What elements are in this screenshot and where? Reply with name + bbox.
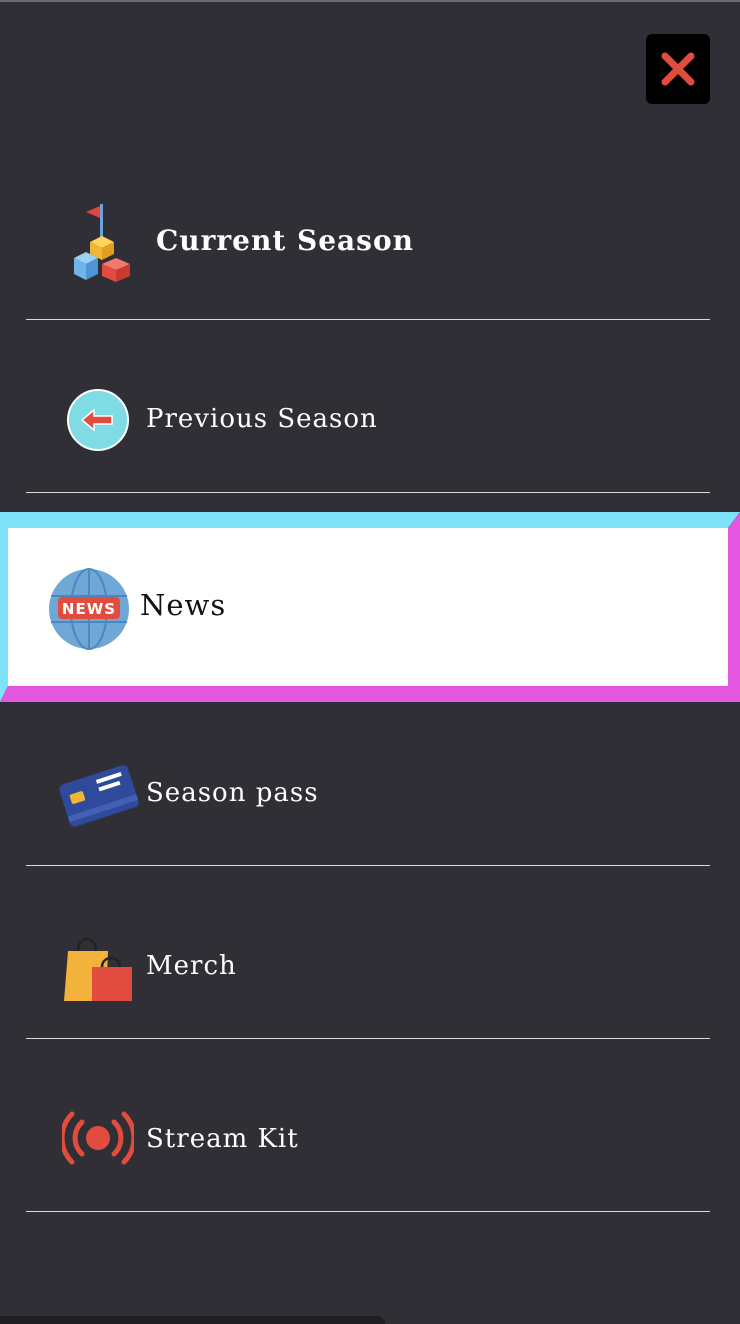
bottom-edge-shadow [0, 1316, 385, 1324]
menu-item-label: Current Season [156, 224, 414, 257]
svg-text:NEWS: NEWS [62, 600, 116, 618]
menu-item-label: Season pass [146, 778, 319, 808]
podium-blocks-icon [74, 204, 130, 282]
divider [26, 319, 710, 320]
divider [26, 865, 710, 866]
news-globe-icon: NEWS [49, 568, 129, 650]
divider [26, 492, 710, 493]
menu-item-label: Merch [146, 951, 237, 981]
top-edge [0, 0, 740, 2]
menu-item-label: News [140, 588, 227, 622]
shopping-bags-icon [64, 937, 132, 1001]
close-x-icon [661, 52, 695, 86]
menu-item-season-pass[interactable]: Season pass [0, 740, 740, 850]
menu-item-label: Stream Kit [146, 1124, 299, 1154]
menu-item-previous-season[interactable]: Previous Season [0, 370, 740, 470]
divider [26, 1038, 710, 1039]
menu-item-news[interactable]: NEWS News [8, 528, 728, 686]
credit-card-icon [59, 765, 139, 827]
close-button[interactable] [646, 34, 710, 104]
menu-item-current-season[interactable]: Current Season [0, 190, 740, 300]
divider [26, 1211, 710, 1212]
live-broadcast-icon [62, 1111, 134, 1165]
menu-item-stream-kit[interactable]: Stream Kit [0, 1090, 740, 1190]
menu-item-label: Previous Season [146, 404, 378, 434]
back-arrow-circle-icon [67, 389, 129, 451]
menu-item-merch[interactable]: Merch [0, 915, 740, 1025]
